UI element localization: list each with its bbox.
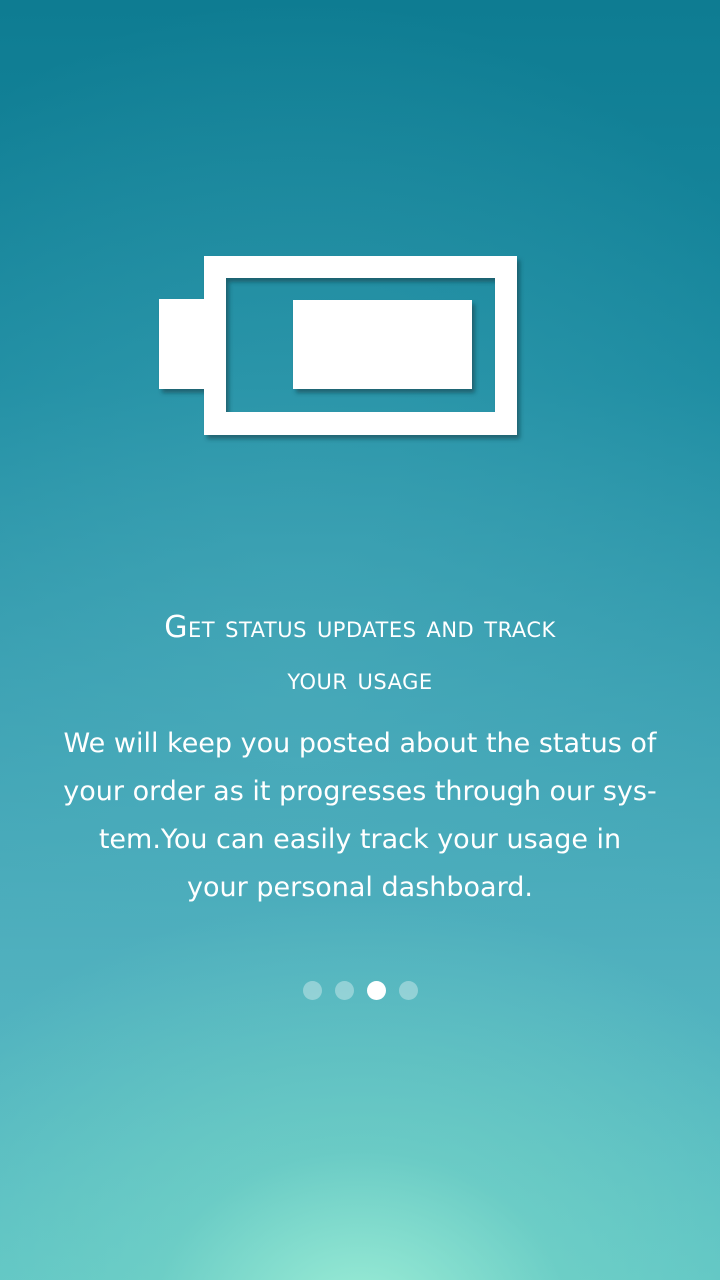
title-line-2: your usage xyxy=(287,662,433,698)
description-line-1: We will keep you posted about the status… xyxy=(63,728,657,759)
description-line-2: your order as it progresses through our … xyxy=(63,776,657,807)
battery-half-icon xyxy=(159,256,517,435)
page-indicator xyxy=(0,981,720,1000)
page-dot-4[interactable] xyxy=(398,981,418,1000)
onboarding-title: Get status updates and track your usage xyxy=(40,602,680,706)
onboarding-screen: Get status updates and track your usage … xyxy=(0,0,720,1280)
page-dot-3[interactable] xyxy=(366,981,386,1000)
description-line-3: tem.You can easily track your usage in xyxy=(98,824,622,855)
description-line-4: your personal dashboard. xyxy=(187,872,533,903)
page-dot-2[interactable] xyxy=(334,981,354,1000)
page-dot-1[interactable] xyxy=(302,981,322,1000)
title-line-1: Get status updates and track xyxy=(164,610,556,646)
onboarding-description: We will keep you posted about the status… xyxy=(28,720,692,912)
